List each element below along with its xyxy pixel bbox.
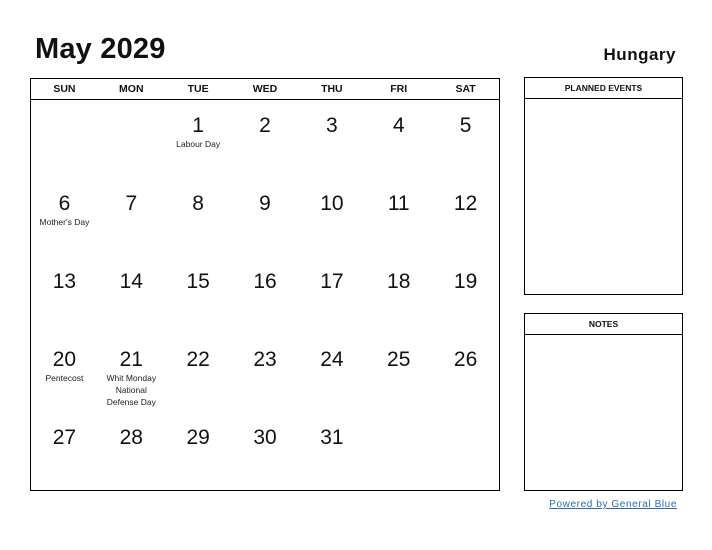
day-number: 6	[58, 192, 71, 215]
weekday-sun: SUN	[53, 83, 76, 95]
day-cell: 17	[298, 256, 365, 334]
weekday-tue: TUE	[187, 83, 209, 95]
day-number: 13	[52, 270, 77, 293]
notes-heading: NOTES	[525, 314, 682, 335]
day-number: 10	[320, 192, 344, 215]
day-cell: 29	[165, 412, 232, 490]
day-cell: 2	[232, 100, 299, 178]
day-number: 24	[320, 348, 344, 371]
day-cell: 30	[232, 412, 299, 490]
day-number: 1	[192, 114, 204, 137]
day-number: 31	[320, 426, 344, 449]
day-number: 21	[119, 348, 143, 371]
day-cell: 13	[31, 256, 98, 334]
day-cell: 28	[98, 412, 165, 490]
day-cell: 24	[298, 334, 365, 412]
holiday-label: Pentecost	[45, 373, 84, 383]
day-number: 30	[253, 426, 277, 449]
day-number: 11	[387, 192, 410, 215]
day-number: 12	[453, 192, 478, 215]
day-cell: 8	[165, 178, 232, 256]
notes-panel: NOTES	[524, 313, 683, 491]
day-cell: 3	[298, 100, 365, 178]
calendar-grid: SUN MON TUE WED THU FRI SAT 1 Labour Day 2…	[30, 78, 500, 491]
day-cell: 27	[31, 412, 98, 490]
day-cell: 5	[432, 100, 499, 178]
day-number: 28	[119, 426, 143, 449]
day-cell: 22	[165, 334, 232, 412]
day-cell: 31	[298, 412, 365, 490]
day-cell: 9	[232, 178, 299, 256]
week-row: 20 Pentecost 21 Whit Monday National Defens…	[31, 334, 499, 412]
week-row: 13 14 15 16 17 18 19	[31, 256, 499, 334]
day-cell: 20 Pentecost	[31, 334, 98, 412]
weeks-container: 1 Labour Day 2 3 4 5 6 Mother's Day 7 8 9 10 11 12 13 1…	[31, 100, 499, 490]
day-cell: 4	[365, 100, 432, 178]
day-cell: 6 Mother's Day	[31, 178, 98, 256]
holiday-label: Whit Monday National Defense Day	[106, 373, 157, 407]
weekday-wed: WED	[252, 83, 278, 95]
powered-by-link[interactable]: Powered by General Blue	[549, 499, 677, 510]
day-cell: 16	[232, 256, 299, 334]
holiday-label: Labour Day	[176, 139, 221, 149]
day-cell: 26	[432, 334, 499, 412]
day-number: 26	[453, 348, 478, 371]
day-number: 22	[186, 348, 210, 371]
day-cell: 10	[298, 178, 365, 256]
day-cell: 7	[98, 178, 165, 256]
day-cell: 18	[365, 256, 432, 334]
day-cell	[365, 412, 432, 490]
day-cell: 19	[432, 256, 499, 334]
day-number: 14	[119, 270, 143, 293]
day-number: 27	[52, 426, 77, 449]
country-label: Hungary	[603, 45, 676, 64]
day-number: 5	[459, 114, 472, 137]
day-number: 9	[259, 192, 271, 215]
day-cell: 14	[98, 256, 165, 334]
holiday-label: Mother's Day	[39, 217, 90, 227]
day-cell: 15	[165, 256, 232, 334]
day-number: 29	[186, 426, 210, 449]
day-cell: 11	[365, 178, 432, 256]
day-cell	[31, 100, 98, 178]
day-cell: 25	[365, 334, 432, 412]
day-number: 17	[320, 270, 344, 293]
day-number: 7	[125, 192, 138, 215]
week-row: 6 Mother's Day 7 8 9 10 11 12	[31, 178, 499, 256]
day-cell: 1 Labour Day	[165, 100, 232, 178]
day-number: 8	[192, 192, 204, 215]
day-cell: 23	[232, 334, 299, 412]
weekday-mon: MON	[119, 83, 144, 95]
weekday-sat: SAT	[455, 83, 476, 95]
planned-events-panel: PLANNED EVENTS	[524, 77, 683, 295]
weekday-header: SUN MON TUE WED THU FRI SAT	[31, 79, 499, 100]
page-title: May 2029	[35, 33, 166, 65]
weekday-fri: FRI	[390, 83, 408, 95]
day-number: 16	[253, 270, 277, 293]
day-number: 23	[253, 348, 277, 371]
planned-events-heading: PLANNED EVENTS	[525, 78, 682, 99]
day-cell: 21 Whit Monday National Defense Day	[98, 334, 165, 412]
week-row: 27 28 29 30 31	[31, 412, 499, 490]
day-number: 4	[392, 114, 405, 137]
week-row: 1 Labour Day 2 3 4 5	[31, 100, 499, 178]
day-number: 25	[387, 348, 411, 371]
day-number: 3	[326, 114, 338, 137]
day-cell	[432, 412, 499, 490]
day-number: 2	[259, 114, 271, 137]
day-number: 18	[387, 270, 411, 293]
day-cell	[98, 100, 165, 178]
day-number: 15	[186, 270, 210, 293]
day-number: 20	[52, 348, 77, 371]
day-number: 19	[453, 270, 478, 293]
day-cell: 12	[432, 178, 499, 256]
weekday-thu: THU	[321, 83, 343, 95]
